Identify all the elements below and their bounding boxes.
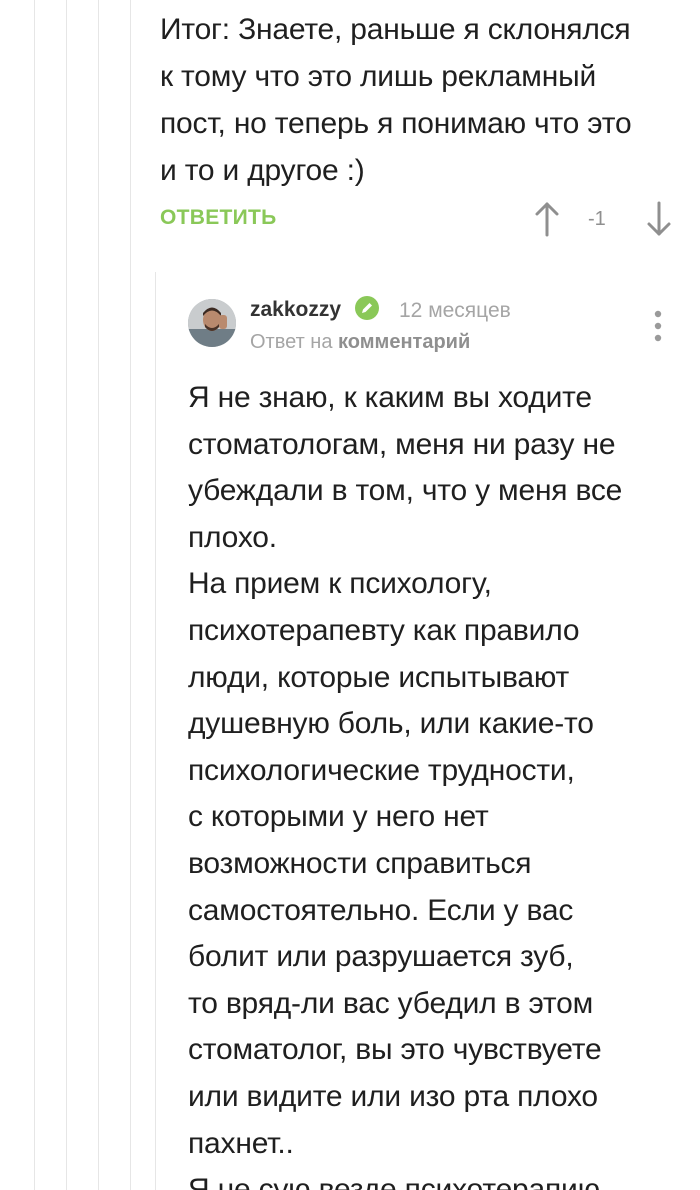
- arrow-down-icon[interactable]: [644, 200, 674, 238]
- thread-line: [34, 0, 35, 1190]
- rating-count: -1: [588, 208, 606, 230]
- parent-comment-actions: ОТВЕТИТЬ -1: [160, 198, 680, 242]
- thread-line: [98, 0, 99, 1190]
- avatar[interactable]: [188, 299, 236, 347]
- verified-pencil-icon: [355, 296, 379, 320]
- comment-timestamp: 12 месяцев: [399, 299, 511, 322]
- arrow-up-icon[interactable]: [532, 200, 562, 238]
- comments-page: Итог: Знаете, раньше я склонялся к тому …: [0, 0, 700, 1190]
- reply-to-prefix: Ответ на: [250, 331, 333, 353]
- username[interactable]: zakkozzy: [250, 298, 341, 322]
- reply-to-comment-link[interactable]: комментарий: [338, 331, 470, 353]
- parent-comment-text: Итог: Знаете, раньше я склонялся к тому …: [160, 13, 632, 187]
- thread-line: [155, 272, 156, 1190]
- thread-line: [66, 0, 67, 1190]
- reply-comment-text: Я не знаю, к каким вы ходите стоматолога…: [188, 381, 623, 1190]
- thread-line: [130, 0, 131, 1190]
- reply-button[interactable]: ОТВЕТИТЬ: [160, 206, 277, 230]
- reply-to-line: Ответ на комментарий: [250, 331, 470, 354]
- more-vertical-icon[interactable]: [650, 308, 666, 344]
- avatar-photo: [188, 299, 236, 347]
